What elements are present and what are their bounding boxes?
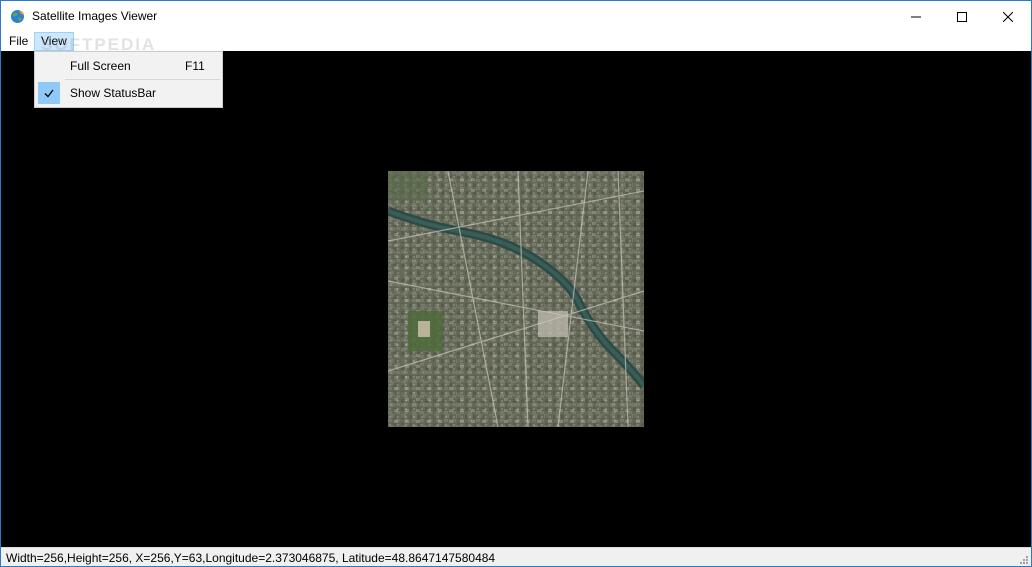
menu-item-full-screen[interactable]: Full Screen F11 bbox=[36, 54, 221, 78]
menu-view[interactable]: View bbox=[34, 32, 74, 51]
close-button[interactable] bbox=[985, 1, 1031, 32]
menu-file[interactable]: File bbox=[3, 32, 34, 51]
maximize-icon bbox=[957, 11, 967, 22]
menu-separator bbox=[65, 79, 220, 80]
close-icon bbox=[1003, 11, 1013, 22]
menu-bar: File View bbox=[1, 32, 1031, 51]
globe-icon bbox=[11, 10, 24, 23]
check-icon bbox=[38, 82, 60, 104]
view-dropdown-menu: Full Screen F11 Show StatusBar bbox=[34, 51, 223, 108]
app-window: Satellite Images Viewer File View Width=… bbox=[0, 0, 1032, 567]
menu-item-shortcut: F11 bbox=[185, 59, 205, 73]
status-text: Width=256,Height=256, X=256,Y=63,Longitu… bbox=[6, 551, 496, 565]
minimize-button[interactable] bbox=[893, 1, 939, 32]
image-viewport[interactable] bbox=[1, 51, 1031, 547]
menu-item-show-statusbar[interactable]: Show StatusBar bbox=[36, 81, 221, 105]
minimize-icon bbox=[911, 16, 921, 17]
menu-item-label: Show StatusBar bbox=[70, 86, 157, 100]
title-bar[interactable]: Satellite Images Viewer bbox=[1, 1, 1031, 32]
maximize-button[interactable] bbox=[939, 1, 985, 32]
satellite-image[interactable] bbox=[388, 171, 644, 427]
resize-grip-icon[interactable] bbox=[1018, 554, 1029, 565]
status-bar: Width=256,Height=256, X=256,Y=63,Longitu… bbox=[1, 547, 1031, 566]
menu-item-label: Full Screen bbox=[70, 59, 131, 73]
window-title: Satellite Images Viewer bbox=[32, 9, 158, 23]
